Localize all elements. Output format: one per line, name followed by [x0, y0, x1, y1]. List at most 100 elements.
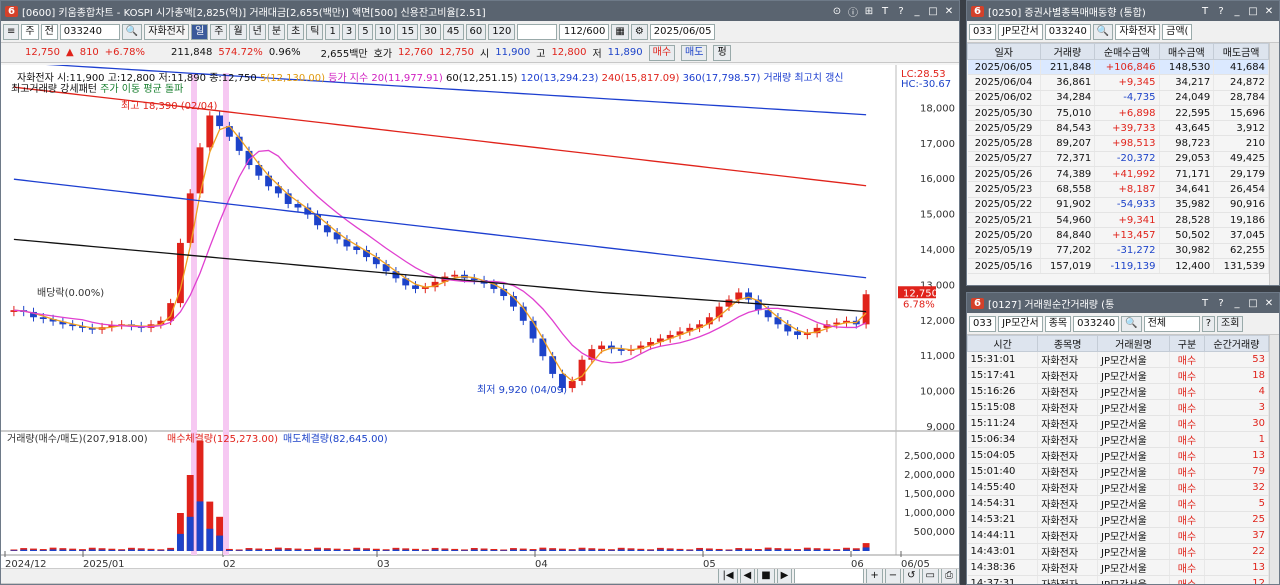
code-input[interactable]: 033240: [1044, 23, 1091, 40]
search-icon[interactable]: 🔍: [1092, 23, 1114, 40]
table-row[interactable]: 14:38:36 자화전자 JP모간서울 매수 13: [967, 559, 1270, 576]
column-header[interactable]: 종목명: [1037, 335, 1099, 352]
settings-icon[interactable]: ⚙: [630, 23, 648, 40]
table-row[interactable]: 2025/06/05 211,848 +106,846 148,530 41,684: [967, 59, 1269, 76]
investor-titlebar[interactable]: 6 [0250] 증권사별종목매매동향 (통합) T ? _ □ ✕: [967, 1, 1279, 21]
first-icon[interactable]: |◀: [718, 569, 738, 583]
help-icon[interactable]: ?: [895, 6, 907, 17]
sell-button[interactable]: 매도: [681, 44, 708, 61]
column-header[interactable]: 매도금액: [1213, 43, 1269, 60]
interval-30[interactable]: 30: [420, 23, 441, 40]
maximize-icon[interactable]: □: [927, 6, 939, 17]
type-select[interactable]: 종목: [1044, 315, 1072, 332]
extra-button[interactable]: 펑: [713, 44, 731, 61]
table-row[interactable]: 2025/06/02 34,284 -4,735 24,049 28,784: [967, 90, 1269, 106]
link-icon[interactable]: T: [1199, 298, 1211, 309]
table-row[interactable]: 15:15:08 자화전자 JP모간서울 매수 3: [967, 399, 1270, 416]
link-icon[interactable]: T: [1199, 6, 1211, 17]
table-row[interactable]: 2025/05/16 157,019 -119,139 12,400 131,539: [967, 258, 1269, 275]
broker-select[interactable]: JP모간서: [998, 23, 1043, 40]
maximize-icon[interactable]: □: [1247, 6, 1259, 17]
table-row[interactable]: 15:11:24 자화전자 JP모간서울 매수 30: [967, 415, 1270, 432]
minute-button[interactable]: 분: [267, 23, 286, 40]
code-input[interactable]: 033240: [1073, 315, 1120, 332]
interval-10[interactable]: 10: [374, 23, 396, 40]
pin-icon[interactable]: ⊙: [831, 6, 843, 17]
print-icon[interactable]: ⎙: [941, 569, 957, 583]
table-row[interactable]: 15:06:34 자화전자 JP모간서울 매수 1: [967, 431, 1270, 448]
daily-button[interactable]: 일: [191, 23, 209, 40]
interval-15[interactable]: 15: [397, 23, 419, 40]
reset-icon[interactable]: ↺: [903, 569, 920, 583]
interval-5[interactable]: 5: [358, 23, 373, 40]
tick-button[interactable]: 틱: [306, 23, 324, 40]
pause-icon[interactable]: ■: [757, 569, 775, 583]
weekly-button[interactable]: 주: [210, 23, 228, 40]
zoom-slider[interactable]: [794, 569, 865, 583]
main-titlebar[interactable]: 6 [0600] 키움종합차트 - KOSPI 시가총액[2,825(억)] 거…: [1, 1, 959, 21]
table-row[interactable]: 14:44:11 자화전자 JP모간서울 매수 37: [967, 527, 1270, 544]
buy-button[interactable]: 매수: [648, 44, 676, 61]
monthly-button[interactable]: 월: [229, 23, 247, 40]
second-button[interactable]: 초: [287, 23, 305, 40]
prev-icon[interactable]: ◀: [739, 569, 756, 583]
stock-code-input[interactable]: 033240: [59, 23, 120, 40]
table-row[interactable]: 15:17:41 자화전자 JP모간서울 매수 18: [967, 367, 1270, 384]
column-header[interactable]: 순간거래량: [1203, 335, 1270, 352]
menu-icon[interactable]: ≡: [3, 23, 20, 40]
search-icon[interactable]: 🔍: [1121, 315, 1142, 332]
price-chart[interactable]: 18,00017,00016,00015,00014,00013,00012,0…: [1, 65, 959, 570]
maximize-icon[interactable]: □: [1247, 298, 1259, 309]
custom-interval-input[interactable]: [517, 23, 558, 40]
market-select[interactable]: 033: [969, 315, 997, 332]
close-icon[interactable]: ✕: [1263, 298, 1275, 309]
table-row[interactable]: 2025/05/29 84,543 +39,733 43,645 3,912: [967, 120, 1269, 137]
table-row[interactable]: 2025/06/04 36,861 +9,345 34,217 24,872: [967, 74, 1269, 91]
column-header[interactable]: 순매수금액: [1094, 43, 1160, 60]
market-select[interactable]: 033: [969, 23, 997, 40]
table-row[interactable]: 14:43:01 자화전자 JP모간서울 매수 22: [967, 543, 1270, 560]
period-select[interactable]: 주: [21, 23, 39, 40]
table-row[interactable]: 15:01:40 자화전자 JP모간서울 매수 79: [967, 463, 1270, 480]
interval-3[interactable]: 3: [341, 23, 357, 40]
table-row[interactable]: 2025/05/20 84,840 +13,457 50,502 37,045: [967, 227, 1269, 244]
calendar-icon[interactable]: ▦: [611, 23, 629, 40]
interval-45[interactable]: 45: [442, 23, 464, 40]
column-header[interactable]: 일자: [967, 43, 1041, 60]
table-row[interactable]: 15:31:01 자화전자 JP모간서울 매수 53: [967, 351, 1270, 368]
minimize-icon[interactable]: _: [1231, 298, 1243, 309]
table-row[interactable]: 14:54:31 자화전자 JP모간서울 매수 5: [967, 495, 1270, 512]
next-icon[interactable]: ▶: [776, 569, 793, 583]
prev-select[interactable]: 전: [40, 23, 58, 40]
unit-select[interactable]: 금액(: [1162, 23, 1193, 40]
table-row[interactable]: 2025/05/27 72,371 -20,372 29,053 49,425: [967, 151, 1269, 168]
broker-select[interactable]: JP모간서: [998, 315, 1043, 332]
interval-120[interactable]: 120: [488, 23, 516, 40]
trades-titlebar[interactable]: 6 [0127] 거래원순간거래량 (통 T ? _ □ ✕: [967, 293, 1279, 313]
column-header[interactable]: 거래원명: [1097, 335, 1171, 352]
data-count-display[interactable]: 112/600: [559, 23, 610, 40]
help-icon[interactable]: ?: [1215, 6, 1227, 17]
table-row[interactable]: 14:37:31자화전자JP모간서울매수12: [967, 575, 1270, 584]
date-input[interactable]: 2025/06/05: [649, 23, 716, 40]
column-header[interactable]: 매수금액: [1158, 43, 1215, 60]
table-row[interactable]: 2025/05/28 89,207 +98,513 98,723 210: [967, 135, 1269, 152]
query-button[interactable]: 조회: [1217, 315, 1244, 332]
interval-1[interactable]: 1: [325, 23, 340, 40]
table-row[interactable]: 15:16:26 자화전자 JP모간서울 매수 4: [967, 383, 1270, 400]
chart-area[interactable]: 18,000 17,000 16,000 15,000 14,000 13,000 12,0…: [1, 65, 959, 570]
info-icon[interactable]: ⓘ: [847, 4, 859, 19]
table-row[interactable]: 2025/05/30 75,010 +6,898 22,595 15,696: [967, 105, 1269, 122]
table-row[interactable]: 2025/05/22 91,902 -54,933 35,982 90,916: [967, 197, 1269, 213]
search-icon[interactable]: 🔍: [121, 23, 143, 40]
minimize-icon[interactable]: _: [1231, 6, 1243, 17]
table-row[interactable]: 2025/05/23 68,558 +8,187 34,641 26,454: [967, 181, 1269, 198]
layout-icon[interactable]: ▭: [921, 569, 939, 583]
column-header[interactable]: 구분: [1169, 335, 1205, 352]
column-header[interactable]: 거래량: [1039, 43, 1096, 60]
help-button[interactable]: ?: [1201, 315, 1216, 332]
minimize-icon[interactable]: _: [911, 6, 923, 17]
table-row[interactable]: 2025/05/26 74,389 +41,992 71,171 29,179: [967, 166, 1269, 183]
trades-scrollbar[interactable]: [1269, 335, 1279, 584]
arrange-icon[interactable]: ⊞: [863, 6, 875, 17]
